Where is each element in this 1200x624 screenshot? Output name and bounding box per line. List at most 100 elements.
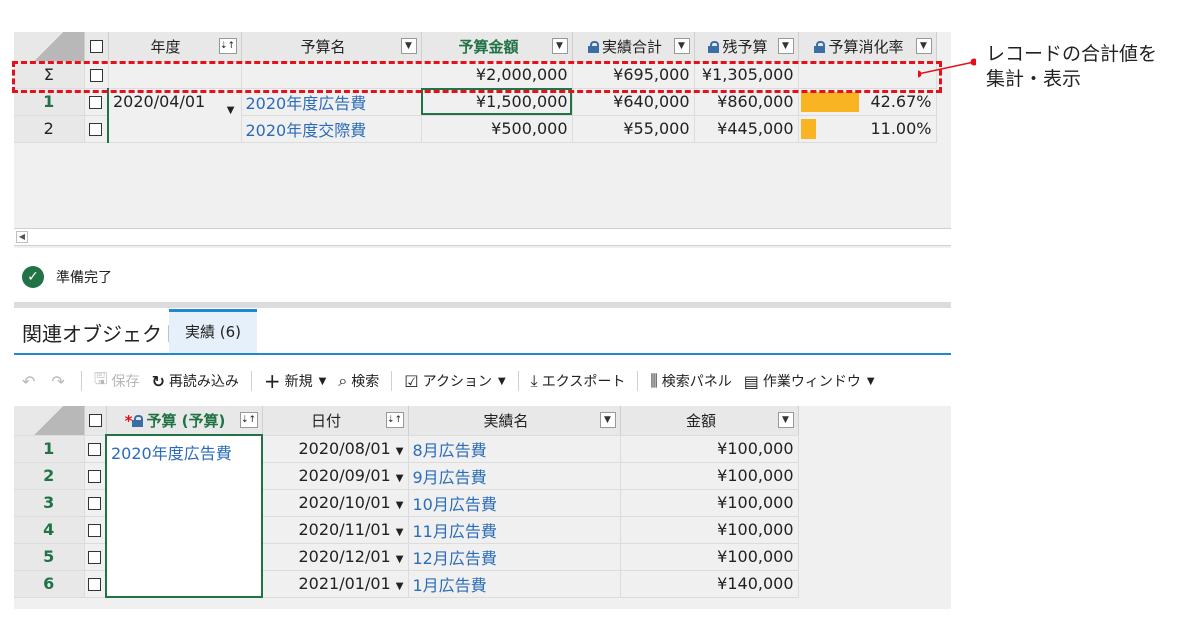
header-amount[interactable]: 金額 ▼ xyxy=(620,406,799,436)
save-button[interactable]: 🖫 保存 xyxy=(94,368,140,395)
budget-amount-cell[interactable]: ¥500,000 xyxy=(421,115,573,143)
header-checkbox[interactable] xyxy=(88,414,102,428)
header-consumption[interactable]: 予算消化率 ▼ xyxy=(798,32,937,62)
row-number[interactable]: 6 xyxy=(14,570,85,598)
undo-button[interactable]: ↶ xyxy=(22,372,39,391)
select-all-corner[interactable] xyxy=(14,406,85,436)
reload-button[interactable]: ↻ 再読み込み xyxy=(151,371,238,391)
row-checkbox[interactable] xyxy=(88,524,102,537)
select-all-corner[interactable] xyxy=(14,32,85,62)
amount-cell[interactable]: ¥100,000 xyxy=(620,489,799,517)
actual-name-link[interactable]: 9月広告費 xyxy=(408,462,621,490)
actual-name-link[interactable]: 12月広告費 xyxy=(408,543,621,571)
dropdown-icon[interactable]: ▼ xyxy=(400,38,417,55)
date-dropdown-icon[interactable]: ▼ xyxy=(396,473,404,484)
row-checkbox-cell[interactable] xyxy=(84,570,107,598)
row-number[interactable]: 4 xyxy=(14,516,85,544)
header-actual-total[interactable]: 実績合計 ▼ xyxy=(572,32,695,62)
dropdown-icon[interactable]: ▼ xyxy=(673,38,690,55)
dropdown-icon[interactable]: ▼ xyxy=(777,38,794,55)
redo-button[interactable]: ↷ xyxy=(51,372,68,391)
row-checkbox[interactable] xyxy=(89,96,103,109)
date-dropdown-icon[interactable]: ▼ xyxy=(396,554,404,565)
date-cell[interactable]: 2020/11/01 ▼ xyxy=(262,516,409,544)
date-dropdown-icon[interactable]: ▼ xyxy=(396,581,404,592)
actual-name-link[interactable]: 1月広告費 xyxy=(408,570,621,598)
amount-cell[interactable]: ¥100,000 xyxy=(620,462,799,490)
row-checkbox-cell[interactable] xyxy=(84,435,107,463)
dropdown-icon[interactable]: ▼ xyxy=(777,412,794,429)
row-checkbox[interactable] xyxy=(88,578,102,591)
date-cell[interactable]: 2020/09/01 ▼ xyxy=(262,462,409,490)
header-checkbox-cell[interactable] xyxy=(84,406,107,436)
panel-divider[interactable] xyxy=(14,302,951,308)
tab-actuals[interactable]: 実績 (6) xyxy=(169,309,257,353)
new-button[interactable]: + 新規 ▼ xyxy=(264,369,326,393)
export-button[interactable]: ⤓ エクスポート xyxy=(531,371,626,391)
row-checkbox[interactable] xyxy=(88,551,102,564)
date-dropdown-icon[interactable]: ▼ xyxy=(396,527,404,538)
actual-name-link[interactable]: 10月広告費 xyxy=(408,489,621,517)
row-number[interactable]: 2 xyxy=(14,115,85,143)
row-checkbox[interactable] xyxy=(89,123,103,136)
amount-cell[interactable]: ¥140,000 xyxy=(620,570,799,598)
budget-link[interactable]: 2020年度広告費 xyxy=(105,434,263,598)
scroll-left-icon[interactable]: ◀ xyxy=(16,231,28,243)
dropdown-icon[interactable]: ▼ xyxy=(599,412,616,429)
dropdown-icon[interactable]: ▼ xyxy=(915,38,932,55)
remaining-cell: ¥445,000 xyxy=(694,115,799,143)
row-checkbox-cell[interactable] xyxy=(84,516,107,544)
amount-cell[interactable]: ¥100,000 xyxy=(620,543,799,571)
row-number[interactable]: 1 xyxy=(14,435,85,463)
status-bar: ✓ 準備完了 xyxy=(22,266,112,288)
year-cell[interactable]: 2020/04/01 ▼ xyxy=(107,88,242,143)
row-checkbox-cell[interactable] xyxy=(84,489,107,517)
date-dropdown-icon[interactable]: ▼ xyxy=(396,446,404,457)
row-checkbox[interactable] xyxy=(88,497,102,510)
header-checkbox-cell[interactable] xyxy=(84,32,109,62)
budget-name-link[interactable]: 2020年度交際費 xyxy=(241,115,422,143)
actual-name-link[interactable]: 8月広告費 xyxy=(408,435,621,463)
date-cell[interactable]: 2020/12/01 ▼ xyxy=(262,543,409,571)
header-year-label: 年度 xyxy=(150,37,181,56)
date-cell[interactable]: 2020/08/01 ▼ xyxy=(262,435,409,463)
actual-name-link[interactable]: 11月広告費 xyxy=(408,516,621,544)
row-checkbox[interactable] xyxy=(88,443,102,456)
header-budget[interactable]: * 予算 (予算) ⇣↑ xyxy=(106,406,263,436)
date-dropdown-icon[interactable]: ▼ xyxy=(396,500,404,511)
date-dropdown-icon[interactable]: ▼ xyxy=(227,105,235,116)
tab-underline xyxy=(14,353,951,355)
chevron-down-icon[interactable]: ▼ xyxy=(319,376,327,387)
row-checkbox-cell[interactable] xyxy=(84,115,109,143)
date-cell[interactable]: 2021/01/01 ▼ xyxy=(262,570,409,598)
horizontal-scrollbar[interactable]: ◀ xyxy=(14,228,951,246)
work-window-button[interactable]: ▤ 作業ウィンドウ ▼ xyxy=(744,371,875,391)
row-number[interactable]: 3 xyxy=(14,489,85,517)
header-actual-name[interactable]: 実績名 ▼ xyxy=(408,406,621,436)
amount-cell[interactable]: ¥100,000 xyxy=(620,435,799,463)
header-budget-amount[interactable]: 予算金額 ▼ xyxy=(421,32,573,62)
sort-icon[interactable]: ⇣↑ xyxy=(385,412,404,429)
header-year[interactable]: 年度 ⇣↑ xyxy=(108,32,242,62)
row-number[interactable]: 2 xyxy=(14,462,85,490)
sort-icon[interactable]: ⇣↑ xyxy=(239,412,258,428)
header-checkbox[interactable] xyxy=(89,40,103,54)
chevron-down-icon[interactable]: ▼ xyxy=(867,376,875,387)
chevron-down-icon[interactable]: ▼ xyxy=(498,376,506,387)
date-value: 2020/08/01 xyxy=(298,439,391,458)
action-button[interactable]: ☑ アクション ▼ xyxy=(404,371,505,391)
date-cell[interactable]: 2020/10/01 ▼ xyxy=(262,489,409,517)
row-number[interactable]: 5 xyxy=(14,543,85,571)
amount-cell[interactable]: ¥100,000 xyxy=(620,516,799,544)
table-row[interactable]: 1 2020年度広告費 2020/08/01 ▼ 8月広告費 ¥100,000 xyxy=(14,434,799,598)
header-date[interactable]: 日付 ⇣↑ xyxy=(262,406,409,436)
row-checkbox-cell[interactable] xyxy=(84,543,107,571)
row-checkbox[interactable] xyxy=(88,470,102,483)
sort-icon[interactable]: ⇣↑ xyxy=(218,38,237,55)
row-checkbox-cell[interactable] xyxy=(84,462,107,490)
dropdown-icon[interactable]: ▼ xyxy=(551,38,568,55)
header-budget-name[interactable]: 予算名 ▼ xyxy=(241,32,422,62)
header-remaining[interactable]: 残予算 ▼ xyxy=(694,32,799,62)
search-button[interactable]: ⌕ 検索 xyxy=(338,371,379,391)
search-panel-button[interactable]: ⫼ 検索パネル xyxy=(650,371,731,391)
